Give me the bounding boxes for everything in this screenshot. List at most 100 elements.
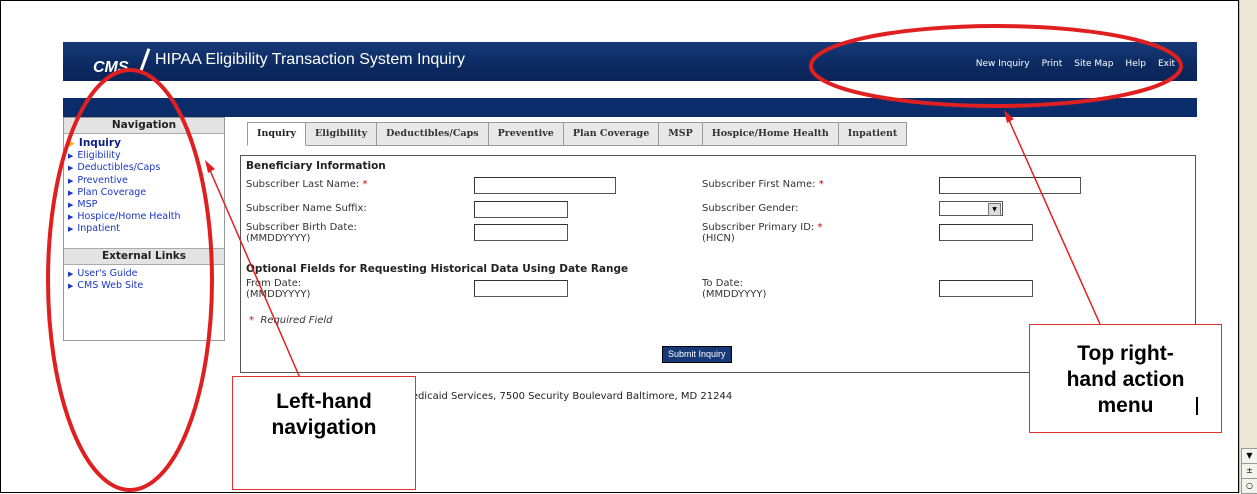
from-date-input[interactable] <box>474 280 568 297</box>
label-text: Subscriber Last Name: <box>246 179 360 190</box>
first-name-label: Subscriber First Name: * <box>702 179 824 190</box>
left-navigation-callout: Left-hand navigation <box>232 376 416 490</box>
primary-id-label: Subscriber Primary ID: * (HICN) <box>702 222 822 244</box>
bullet-arrow-icon: ▶ <box>68 213 74 222</box>
tab-plan-coverage[interactable]: Plan Coverage <box>563 122 660 146</box>
to-date-label: To Date: (MMDDYYYY) <box>702 278 766 300</box>
scroll-select-object-icon[interactable]: ○ <box>1241 478 1257 494</box>
gender-label: Subscriber Gender: <box>702 203 799 214</box>
last-name-input[interactable] <box>474 177 616 194</box>
required-asterisk: * <box>249 315 254 326</box>
label-text: Subscriber Primary ID: <box>702 222 815 233</box>
sidebar-item-inquiry[interactable]: ▶ Inquiry <box>68 137 224 150</box>
text-cursor <box>1196 397 1198 415</box>
chevron-down-icon[interactable]: ▼ <box>988 203 1001 216</box>
sidebar-item-label: Plan Coverage <box>77 186 147 198</box>
label-text: To Date: <box>702 278 743 289</box>
external-links-heading: External Links <box>64 247 224 265</box>
birth-date-label: Subscriber Birth Date: (MMDDYYYY) <box>246 222 357 244</box>
required-field-note: * Required Field <box>249 315 333 326</box>
sidebar-item-inpatient[interactable]: ▶ Inpatient <box>68 223 224 235</box>
logo-slash-mark <box>138 48 151 74</box>
format-hint: (MMDDYYYY) <box>246 289 311 300</box>
required-note-text: Required Field <box>260 315 333 326</box>
callout-line: hand action <box>1066 368 1185 391</box>
top-action-menu: New Inquiry Print Site Map Help Exit <box>976 59 1175 69</box>
scroll-down-arrow-icon[interactable]: ▼ <box>1241 448 1257 464</box>
top-menu-callout: Top right- hand action menu <box>1029 324 1222 433</box>
callout-line: navigation <box>271 416 377 439</box>
format-hint: (MMDDYYYY) <box>702 289 767 300</box>
format-hint: (HICN) <box>702 233 735 244</box>
tab-deductibles-caps[interactable]: Deductibles/Caps <box>377 122 489 146</box>
tab-msp[interactable]: MSP <box>659 122 703 146</box>
sidebar-item-label: Inpatient <box>77 223 121 235</box>
sidebar-item-label: Preventive <box>77 174 128 186</box>
left-navigation: Navigation ▶ Inquiry ▶ Eligibility ▶ Deduct… <box>63 117 225 341</box>
label-text: From Date: <box>246 278 302 289</box>
first-name-input[interactable] <box>939 177 1081 194</box>
sidebar-item-msp[interactable]: ▶ MSP <box>68 199 224 211</box>
sidebar-link-users-guide[interactable]: ▶ User's Guide <box>68 268 224 280</box>
required-asterisk: * <box>362 179 368 190</box>
cms-logo-text: CMS <box>93 59 129 76</box>
bullet-arrow-icon: ▶ <box>68 201 74 210</box>
exit-link[interactable]: Exit <box>1158 59 1175 69</box>
bullet-arrow-icon: ▶ <box>68 281 74 290</box>
submit-inquiry-button[interactable]: Submit Inquiry <box>662 346 732 363</box>
help-link[interactable]: Help <box>1125 59 1146 69</box>
bullet-arrow-icon: ▶ <box>68 152 74 161</box>
sidebar-item-hospice-home-health[interactable]: ▶ Hospice/Home Health <box>68 211 224 223</box>
sidebar-item-label: Hospice/Home Health <box>77 211 181 223</box>
primary-id-input[interactable] <box>939 224 1033 241</box>
tab-bar: Inquiry Eligibility Deductibles/Caps Pre… <box>247 122 908 146</box>
suffix-input[interactable] <box>474 201 568 218</box>
callout-line: Top right- <box>1077 342 1174 365</box>
bullet-arrow-icon: ▶ <box>68 225 74 234</box>
vertical-scrollbar[interactable]: ▼ ± ○ <box>1239 0 1257 494</box>
bullet-arrow-icon: ▶ <box>68 188 74 197</box>
optional-section-heading: Optional Fields for Requesting Historica… <box>246 263 629 275</box>
tab-inquiry[interactable]: Inquiry <box>247 122 307 146</box>
sidebar-link-cms-web-site[interactable]: ▶ CMS Web Site <box>68 280 224 292</box>
sidebar-item-label: Inquiry <box>78 137 121 149</box>
sidebar-item-plan-coverage[interactable]: ▶ Plan Coverage <box>68 187 224 199</box>
sidebar-item-label: User's Guide <box>77 267 138 279</box>
bullet-arrow-icon: ▶ <box>68 164 74 173</box>
birth-date-input[interactable] <box>474 224 568 241</box>
header-sub-bar <box>63 98 1197 117</box>
required-asterisk: * <box>817 222 823 233</box>
navigation-heading: Navigation <box>64 118 224 134</box>
last-name-label: Subscriber Last Name: * <box>246 179 368 190</box>
bullet-arrow-icon: ▶ <box>68 269 74 278</box>
tab-hospice-home-health[interactable]: Hospice/Home Health <box>702 122 839 146</box>
app-header: CMS HIPAA Eligibility Transaction System… <box>63 42 1197 81</box>
tab-inpatient[interactable]: Inpatient <box>838 122 908 146</box>
scroll-page-up-icon[interactable]: ± <box>1241 463 1257 479</box>
cms-logo: CMS <box>69 51 131 76</box>
sidebar-item-preventive[interactable]: ▶ Preventive <box>68 175 224 187</box>
sidebar-item-deductibles-caps[interactable]: ▶ Deductibles/Caps <box>68 162 224 174</box>
suffix-label: Subscriber Name Suffix: <box>246 203 367 214</box>
gender-select[interactable]: ▼ <box>939 201 1003 216</box>
new-inquiry-link[interactable]: New Inquiry <box>976 59 1030 69</box>
tab-preventive[interactable]: Preventive <box>488 122 564 146</box>
format-hint: (MMDDYYYY) <box>246 233 311 244</box>
callout-line: menu <box>1097 394 1154 417</box>
print-link[interactable]: Print <box>1042 59 1063 69</box>
sidebar-item-label: CMS Web Site <box>77 279 144 291</box>
sidebar-item-eligibility[interactable]: ▶ Eligibility <box>68 150 224 162</box>
from-date-label: From Date: (MMDDYYYY) <box>246 278 310 300</box>
current-arrow-icon: ▶ <box>68 139 75 149</box>
page-title: HIPAA Eligibility Transaction System Inq… <box>155 51 466 68</box>
bullet-arrow-icon: ▶ <box>68 176 74 185</box>
label-text: Subscriber Birth Date: <box>246 222 357 233</box>
beneficiary-section-heading: Beneficiary Information <box>246 160 386 172</box>
sidebar-item-label: Eligibility <box>77 150 121 162</box>
to-date-input[interactable] <box>939 280 1033 297</box>
sidebar-item-label: Deductibles/Caps <box>77 162 161 174</box>
site-map-link[interactable]: Site Map <box>1074 59 1113 69</box>
tab-eligibility[interactable]: Eligibility <box>306 122 378 146</box>
sidebar-item-label: MSP <box>77 199 98 211</box>
callout-line: Left-hand <box>276 390 372 413</box>
